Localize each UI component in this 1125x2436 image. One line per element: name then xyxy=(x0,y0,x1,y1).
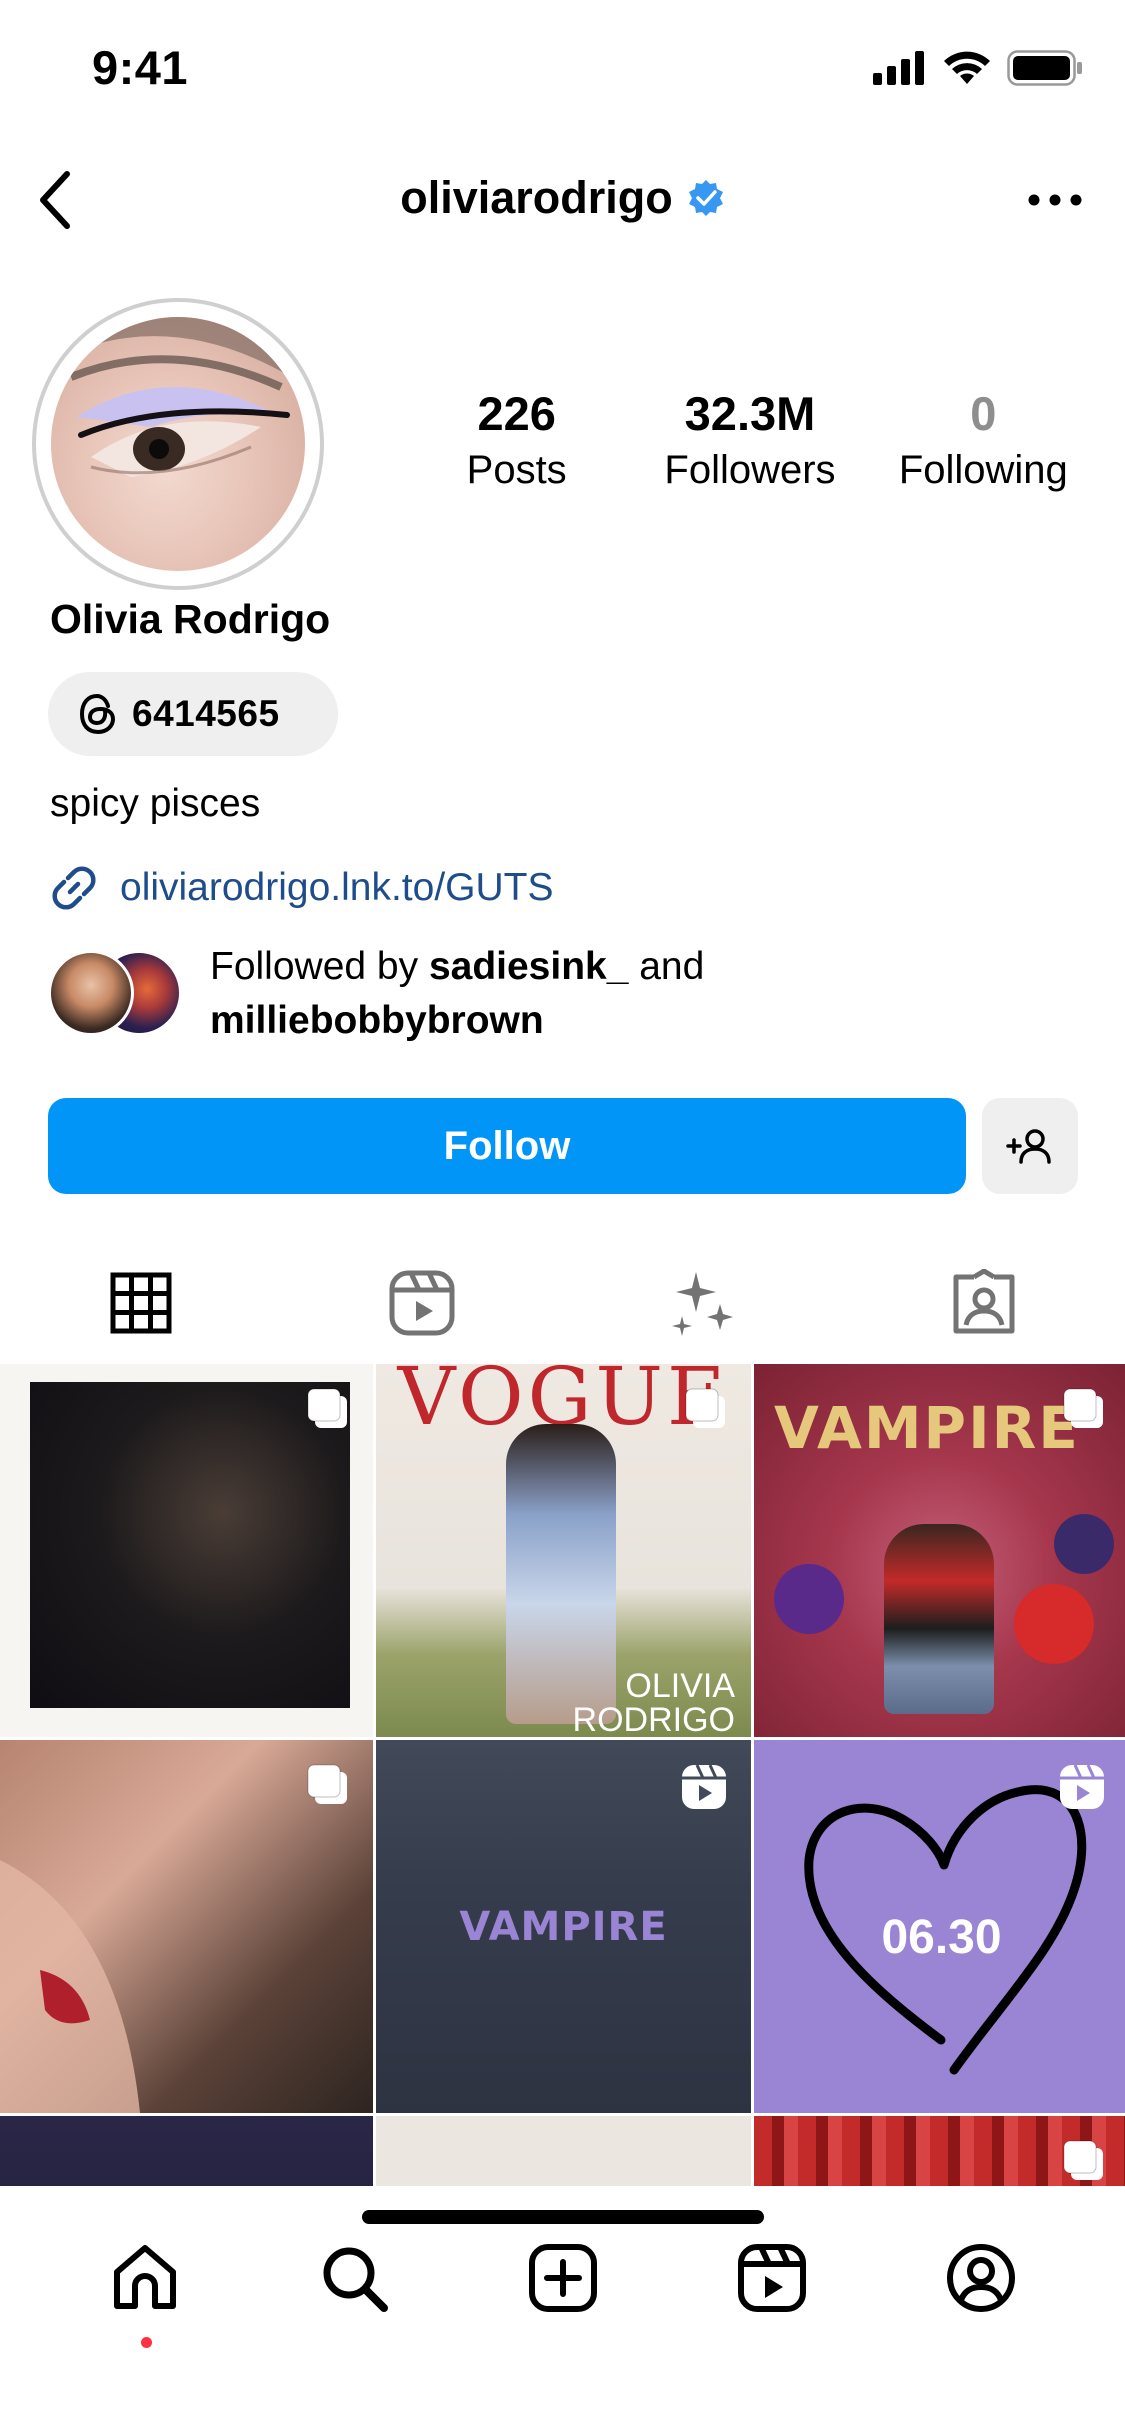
bottom-nav-items xyxy=(0,2228,1125,2348)
carousel-icon xyxy=(685,1388,725,1428)
post-image xyxy=(30,1382,350,1708)
threads-badge-button[interactable]: 6414565 xyxy=(48,672,338,756)
nav-profile[interactable] xyxy=(931,2228,1031,2328)
post-overlay-text: 06.30 xyxy=(881,1911,1002,1964)
profile-bio: spicy pisces xyxy=(50,782,261,825)
sparkles-icon xyxy=(672,1272,734,1336)
wifi-icon xyxy=(944,51,990,84)
profile-link-text[interactable]: oliviarodrigo.lnk.to/GUTS xyxy=(120,866,554,910)
post-thumbnail[interactable]: VAMPIRE xyxy=(376,1740,751,2113)
post-thumbnail[interactable]: VOGUE OLIVIA RODRIGO xyxy=(376,1364,751,1737)
cellular-signal-icon xyxy=(873,51,924,85)
tab-posts[interactable] xyxy=(0,1244,282,1368)
tab-reels[interactable] xyxy=(281,1244,562,1362)
stat-followers[interactable]: 32.3M Followers xyxy=(633,385,866,497)
stat-following-value: 0 xyxy=(970,387,997,440)
nav-search[interactable] xyxy=(304,2228,404,2328)
header-title: oliviarodrigo xyxy=(0,172,1125,224)
carousel-icon xyxy=(307,1764,347,1804)
nav-reels[interactable] xyxy=(722,2228,822,2328)
cover-name-first: OLIVIA xyxy=(625,1667,735,1705)
post-thumbnail[interactable]: VAMPIRE xyxy=(754,1364,1125,1737)
profile-header: oliviarodrigo xyxy=(0,150,1125,250)
profile-link[interactable]: oliviarodrigo.lnk.to/GUTS xyxy=(48,862,554,914)
link-icon xyxy=(52,866,96,910)
create-icon xyxy=(528,2244,597,2312)
home-indicator[interactable] xyxy=(362,2210,764,2224)
post-thumbnail[interactable] xyxy=(376,2116,751,2186)
more-options-button[interactable] xyxy=(1015,170,1095,230)
stat-posts-label: Posts xyxy=(466,448,567,492)
status-icons xyxy=(873,50,1083,86)
posts-grid: VOGUE OLIVIA RODRIGO VAMPIRE VAMPIRE 06.… xyxy=(0,1364,1125,2186)
search-icon xyxy=(323,2247,388,2312)
reel-icon xyxy=(1060,1764,1104,1809)
reels-icon xyxy=(389,1270,455,1336)
grid-icon xyxy=(110,1272,172,1334)
followed-by-user[interactable]: sadiesink_ xyxy=(429,945,628,988)
profile-icon xyxy=(946,2244,1015,2312)
avatar-eye-image xyxy=(61,317,291,477)
followed-by-text: Followed by sadiesink_ and milliebobbybr… xyxy=(210,940,704,1048)
stat-followers-value: 32.3M xyxy=(684,387,816,440)
post-thumbnail[interactable] xyxy=(0,1364,373,1737)
post-thumbnail[interactable]: 06.30 xyxy=(754,1740,1125,2113)
header-username: oliviarodrigo xyxy=(400,172,673,223)
reels-icon xyxy=(737,2244,806,2312)
followed-by-prefix: Followed by xyxy=(210,945,429,988)
follow-button[interactable]: Follow xyxy=(48,1098,966,1194)
reel-icon xyxy=(682,1764,726,1809)
more-horizontal-icon xyxy=(1028,194,1082,206)
suggested-accounts-button[interactable] xyxy=(982,1098,1078,1194)
threads-icon xyxy=(79,693,116,735)
profile-stats: 226 Posts 32.3M Followers 0 Following xyxy=(400,385,1100,497)
stat-following[interactable]: 0 Following xyxy=(867,385,1100,497)
profile-name: Olivia Rodrigo xyxy=(50,596,331,642)
verified-badge-icon xyxy=(688,180,723,216)
carousel-icon xyxy=(1063,2140,1103,2180)
followed-by-avatars xyxy=(48,950,188,1040)
profile-avatar xyxy=(51,317,305,571)
home-icon xyxy=(113,2245,176,2309)
profile-tabs xyxy=(0,1244,1125,1368)
post-thumbnail[interactable] xyxy=(0,2116,373,2186)
stat-following-label: Following xyxy=(898,448,1068,492)
nav-create[interactable] xyxy=(513,2228,613,2328)
followed-by-user[interactable]: milliebobbybrown xyxy=(210,999,544,1042)
stat-posts[interactable]: 226 Posts xyxy=(400,385,633,497)
tab-tagged[interactable] xyxy=(844,1244,1125,1362)
notification-dot xyxy=(140,2337,152,2348)
followed-by-and: and xyxy=(628,945,705,988)
cover-name-last: RODRIGO xyxy=(572,1701,735,1737)
tab-sparkles[interactable] xyxy=(563,1244,844,1362)
follower-avatar xyxy=(48,950,134,1036)
post-overlay-text: VAMPIRE xyxy=(774,1394,1080,1462)
carousel-icon xyxy=(307,1388,347,1428)
battery-icon xyxy=(1007,50,1082,86)
post-overlay-text: VAMPIRE xyxy=(459,1903,668,1950)
stat-followers-label: Followers xyxy=(664,448,836,492)
nav-home[interactable] xyxy=(95,2228,195,2348)
post-thumbnail[interactable] xyxy=(0,1740,373,2113)
tagged-icon xyxy=(953,1269,1015,1334)
carousel-icon xyxy=(1063,1388,1103,1428)
stat-posts-value: 226 xyxy=(477,387,556,440)
threads-badge-label: 6414565 xyxy=(132,693,280,734)
status-bar: 9:41 xyxy=(0,0,1125,132)
post-thumbnail[interactable] xyxy=(754,2116,1125,2186)
profile-avatar-ring[interactable] xyxy=(32,298,324,590)
status-time: 9:41 xyxy=(92,41,189,94)
add-person-icon xyxy=(1006,1129,1051,1164)
followed-by[interactable]: Followed by sadiesink_ and milliebobbybr… xyxy=(48,940,1048,1050)
post-overlay-text: OLIVIA RODRIGO xyxy=(573,1669,735,1737)
